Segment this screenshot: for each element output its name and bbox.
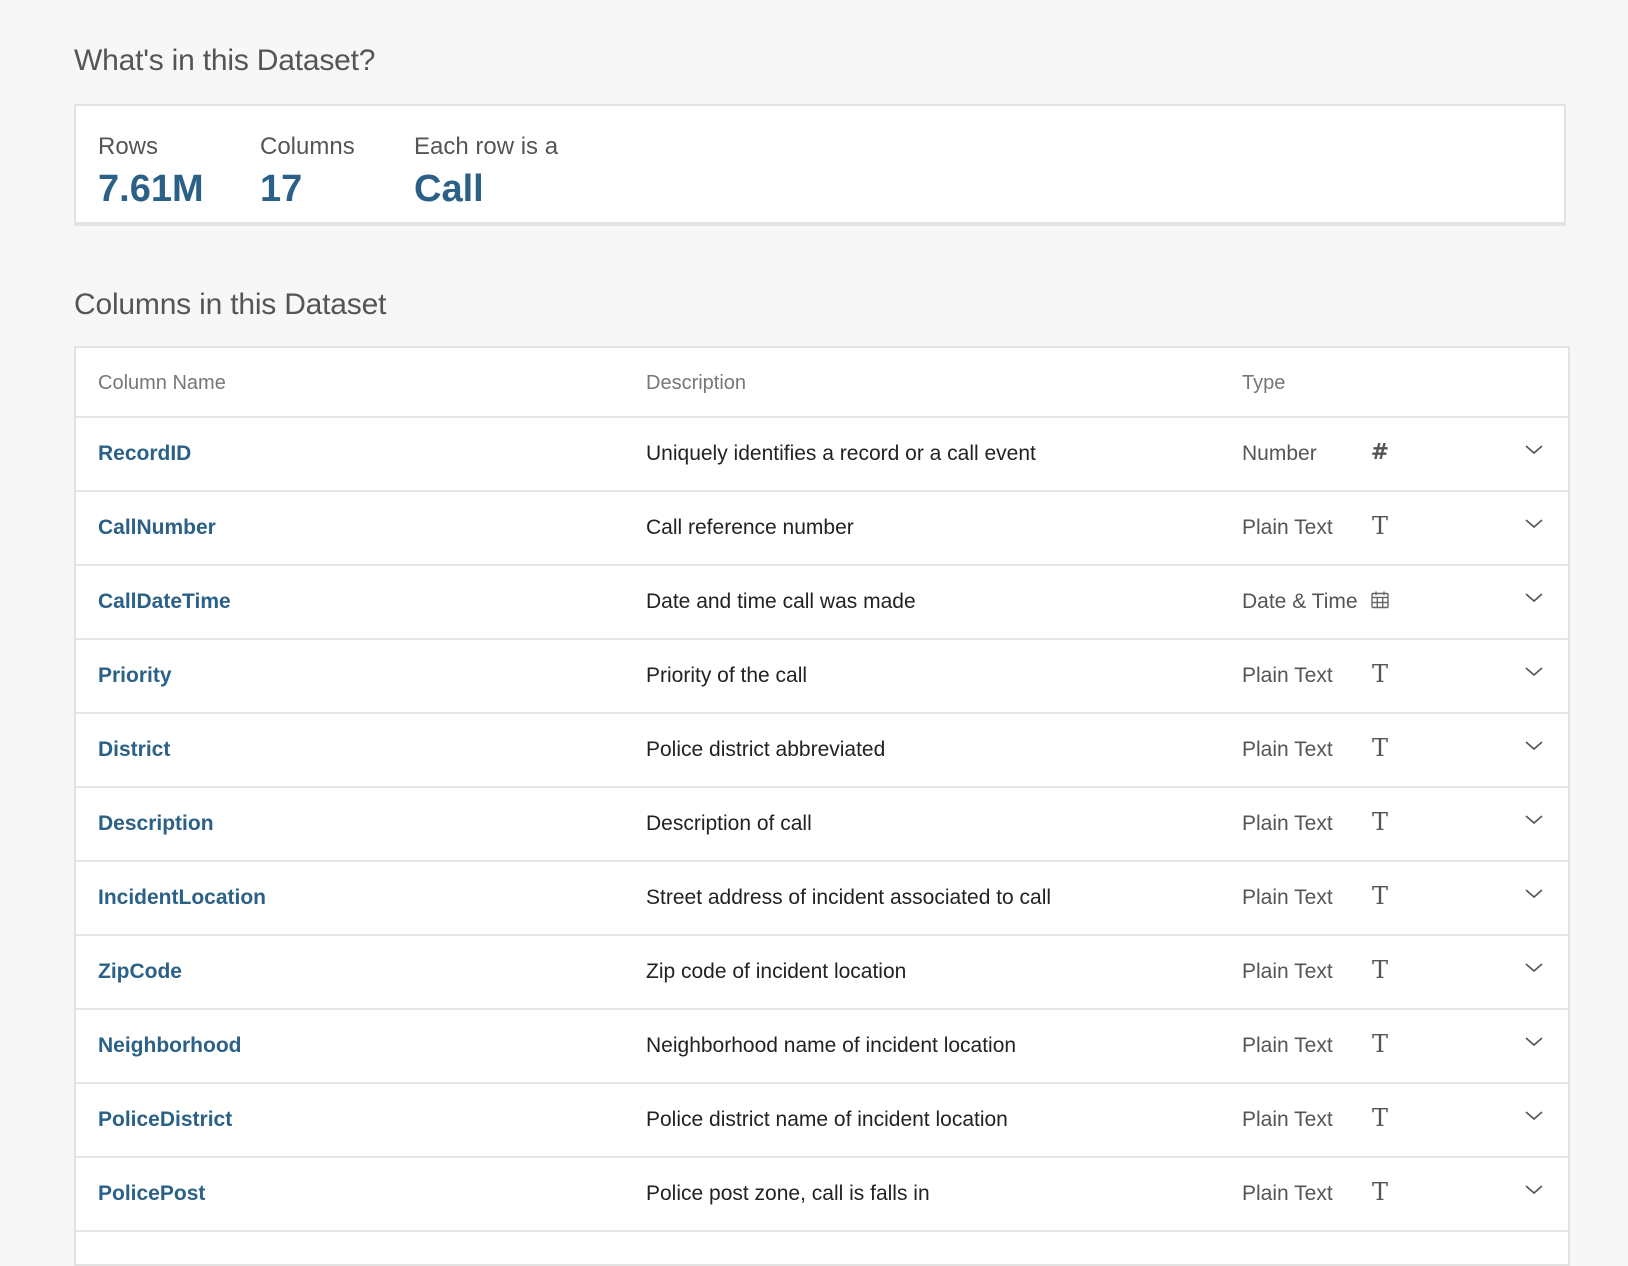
chevron-down-icon[interactable] <box>1522 808 1546 832</box>
text-icon: T <box>1371 882 1388 910</box>
column-type-label: Number <box>1242 442 1317 465</box>
chevron-down-icon[interactable] <box>1522 1178 1546 1202</box>
column-type-label: Plain Text <box>1242 738 1333 761</box>
column-description: Police post zone, call is falls in <box>646 1182 930 1205</box>
row-entity-stat-value: Call <box>414 168 484 210</box>
column-row[interactable]: PoliceDistrict Police district name of in… <box>76 1084 1568 1158</box>
columns-stat: Columns 17 <box>260 132 355 212</box>
text-icon: T <box>1371 1178 1388 1206</box>
calendar-icon <box>1368 586 1392 614</box>
rows-stat-label: Rows <box>98 133 159 160</box>
columns-table-header: Column Name Description Type <box>76 348 1568 418</box>
column-description: Priority of the call <box>646 664 808 687</box>
overview-title: What's in this Dataset? <box>74 44 376 77</box>
chevron-down-icon[interactable] <box>1522 512 1546 536</box>
columns-stat-label: Columns <box>260 133 355 160</box>
chevron-down-icon[interactable] <box>1522 1104 1546 1128</box>
column-name-link[interactable]: Priority <box>98 664 172 688</box>
row-entity-stat: Each row is a Call <box>414 132 558 212</box>
column-name-link[interactable]: CallNumber <box>98 516 216 540</box>
column-row[interactable]: District Police district abbreviated Plain… <box>76 714 1568 788</box>
column-row[interactable]: RecordID Uniquely identifies a record or … <box>76 418 1568 492</box>
column-description: Police district name of incident locatio… <box>646 1108 1008 1131</box>
column-name-link[interactable]: CallDateTime <box>98 590 231 614</box>
text-icon: T <box>1371 512 1388 540</box>
column-name-header: Column Name <box>98 372 226 394</box>
columns-table: Column Name Description Type RecordID Uni… <box>74 346 1570 1266</box>
columns-table-body: RecordID Uniquely identifies a record or … <box>76 418 1568 1232</box>
column-row[interactable]: Neighborhood Neighborhood name of inciden… <box>76 1010 1568 1084</box>
text-icon: T <box>1371 808 1388 836</box>
chevron-down-icon[interactable] <box>1522 586 1546 610</box>
chevron-down-icon[interactable] <box>1522 734 1546 758</box>
number-icon: # <box>1370 439 1390 465</box>
text-icon: T <box>1371 734 1388 762</box>
column-row[interactable]: CallDateTime Date and time call was made D… <box>76 566 1568 640</box>
rows-stat-value: 7.61M <box>98 168 204 210</box>
column-type-label: Plain Text <box>1242 812 1333 835</box>
column-type-label: Plain Text <box>1242 1108 1333 1131</box>
chevron-down-icon[interactable] <box>1522 660 1546 684</box>
column-description: Police district abbreviated <box>646 738 886 761</box>
column-description: Call reference number <box>646 516 854 539</box>
column-type-label: Date & Time <box>1242 590 1358 613</box>
column-name-link[interactable]: IncidentLocation <box>98 886 266 910</box>
column-row[interactable]: PolicePost Police post zone, call is fall… <box>76 1158 1568 1232</box>
column-description: Street address of incident associated to… <box>646 886 1052 909</box>
column-name-link[interactable]: ZipCode <box>98 960 182 984</box>
columns-stat-value: 17 <box>260 168 303 210</box>
text-icon: T <box>1371 1030 1388 1058</box>
column-type-label: Plain Text <box>1242 664 1333 687</box>
column-type-label: Plain Text <box>1242 960 1333 983</box>
column-row[interactable]: ZipCode Zip code of incident location Plai… <box>76 936 1568 1010</box>
dataset-summary-card: Rows 7.61M Columns 17 Each row is a Call <box>74 104 1566 226</box>
column-type-label: Plain Text <box>1242 1182 1333 1205</box>
text-icon: T <box>1371 956 1388 984</box>
column-description: Date and time call was made <box>646 590 916 613</box>
text-icon: T <box>1371 1104 1388 1132</box>
chevron-down-icon[interactable] <box>1522 882 1546 906</box>
text-icon: T <box>1371 660 1388 688</box>
column-name-link[interactable]: PolicePost <box>98 1182 205 1206</box>
column-row[interactable]: IncidentLocation Street address of incide… <box>76 862 1568 936</box>
description-header: Description <box>646 372 747 394</box>
column-row[interactable]: Description Description of call Plain Text… <box>76 788 1568 862</box>
rows-stat: Rows 7.61M <box>98 132 204 212</box>
chevron-down-icon[interactable] <box>1522 956 1546 980</box>
column-row[interactable]: CallNumber Call reference number Plain Tex… <box>76 492 1568 566</box>
column-description: Zip code of incident location <box>646 960 907 983</box>
column-name-link[interactable]: Description <box>98 812 214 836</box>
chevron-down-icon[interactable] <box>1522 438 1546 462</box>
column-description: Uniquely identifies a record or a call e… <box>646 442 1036 465</box>
column-description: Neighborhood name of incident location <box>646 1034 1017 1057</box>
column-type-label: Plain Text <box>1242 516 1333 539</box>
row-entity-stat-label: Each row is a <box>414 133 559 160</box>
column-name-link[interactable]: Neighborhood <box>98 1034 241 1058</box>
column-type-label: Plain Text <box>1242 1034 1333 1057</box>
type-header: Type <box>1242 372 1286 394</box>
column-description: Description of call <box>646 812 812 835</box>
column-name-link[interactable]: PoliceDistrict <box>98 1108 232 1132</box>
columns-section-title: Columns in this Dataset <box>74 288 387 321</box>
column-row[interactable]: Priority Priority of the call Plain Text T <box>76 640 1568 714</box>
chevron-down-icon[interactable] <box>1522 1030 1546 1054</box>
column-name-link[interactable]: RecordID <box>98 442 191 466</box>
column-type-label: Plain Text <box>1242 886 1333 909</box>
column-name-link[interactable]: District <box>98 738 170 762</box>
